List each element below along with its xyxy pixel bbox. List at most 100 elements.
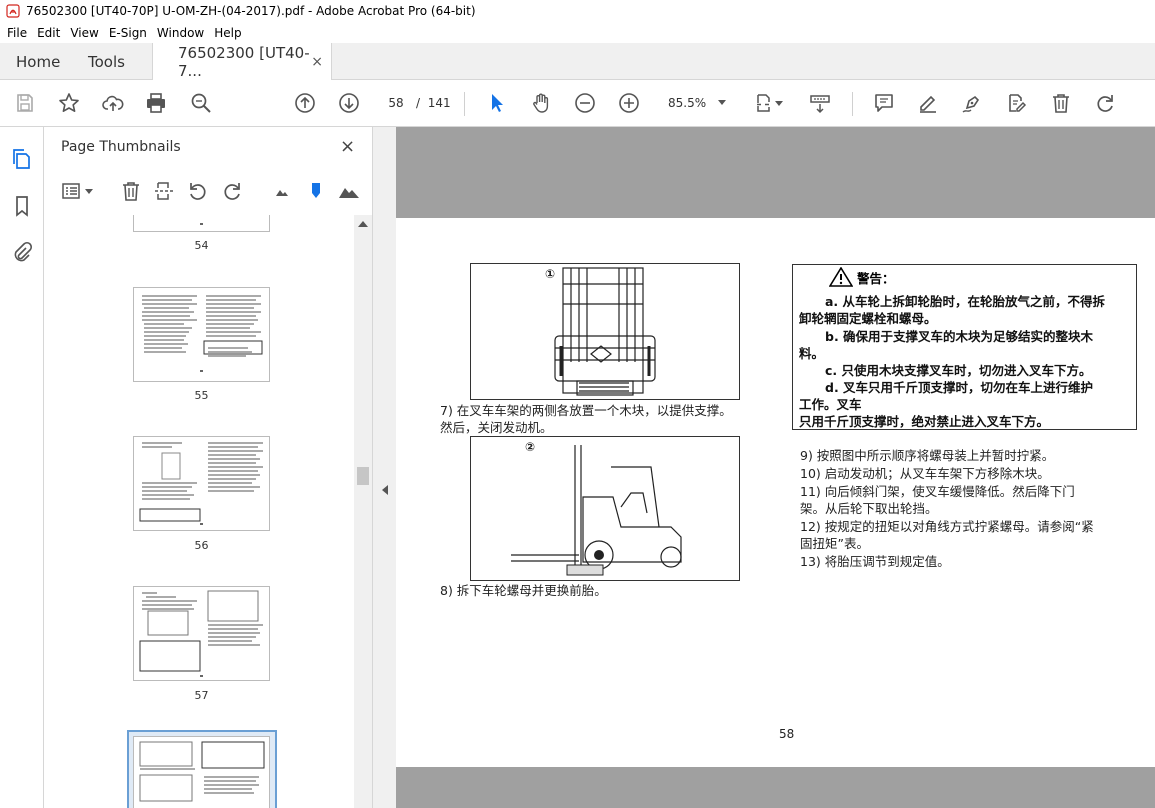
scrollbar-thumb[interactable]	[357, 467, 369, 485]
trash-icon	[123, 182, 139, 201]
thumbnail-label: 56	[194, 539, 209, 552]
thumbnail-preview	[142, 295, 263, 372]
search-button[interactable]	[188, 90, 214, 116]
thumbnail-smaller-button[interactable]	[270, 179, 294, 203]
figure-2-label: ②	[525, 440, 536, 454]
tab-home[interactable]: Home	[16, 43, 60, 80]
slider-handle-icon	[312, 183, 320, 198]
page-number-input[interactable]: 58	[382, 91, 410, 115]
thumbnail-list: 54 55 56 57	[44, 215, 354, 808]
warning-line: 工作。叉车	[799, 397, 862, 412]
step-10: 10) 启动发动机；从叉车车架下方移除木块。	[800, 466, 1050, 481]
thumbnail-page-58[interactable]	[133, 736, 270, 808]
warning-triangle-icon	[829, 267, 853, 287]
thumbnail-size-slider[interactable]	[304, 179, 328, 203]
menu-view[interactable]: View	[65, 26, 103, 40]
tab-document[interactable]: 76502300 [UT40-7... ×	[152, 43, 332, 81]
menu-file[interactable]: File	[2, 26, 32, 40]
thumbnail-options-button[interactable]	[59, 179, 95, 203]
rotate-clockwise-button[interactable]	[220, 179, 244, 203]
tab-bar: Home Tools 76502300 [UT40-7... ×	[0, 43, 1155, 81]
select-tool-button[interactable]	[484, 90, 510, 116]
chevron-down-icon	[775, 100, 783, 106]
page-separator: /	[416, 96, 421, 110]
thumbnail-preview	[139, 590, 263, 677]
printer-icon	[147, 93, 165, 113]
thumbnail-page-54[interactable]	[133, 215, 270, 232]
zoom-in-button[interactable]	[616, 90, 642, 116]
page-total: / 141	[416, 96, 451, 110]
bookmarks-rail-button[interactable]	[10, 194, 34, 218]
tab-close-icon[interactable]: ×	[311, 54, 323, 70]
scroll-mode-button[interactable]	[807, 90, 833, 116]
bookmark-star-button[interactable]	[56, 90, 82, 116]
warning-line: d. 叉车只用千斤顶支撑时，切勿在车上进行维护	[825, 380, 1094, 395]
thumbnail-page-56[interactable]	[133, 436, 270, 531]
zoom-out-button[interactable]	[572, 90, 598, 116]
fill-sign-button[interactable]	[1003, 90, 1029, 116]
menu-esign[interactable]: E-Sign	[104, 26, 152, 40]
rotate-counterclockwise-button[interactable]	[186, 179, 210, 203]
upload-button[interactable]	[100, 90, 126, 116]
thumbnail-preview	[139, 442, 263, 525]
chevron-down-icon	[85, 188, 93, 194]
thumbnail-label: 57	[194, 689, 209, 702]
sign-button[interactable]	[959, 90, 985, 116]
step-7-line-1: 7) 在叉车车架的两侧各放置一个木块，以提供支撑。	[440, 403, 732, 418]
thumbnail-page-55[interactable]	[133, 287, 270, 382]
collapse-arrow-icon[interactable]	[382, 485, 388, 495]
print-button[interactable]	[143, 90, 169, 116]
hand-tool-button[interactable]	[528, 90, 554, 116]
pointer-icon	[492, 94, 503, 112]
panel-collapse-bar[interactable]	[372, 127, 396, 808]
tab-tools[interactable]: Tools	[88, 43, 125, 80]
highlight-button[interactable]	[915, 90, 941, 116]
delete-pages-button[interactable]	[119, 179, 143, 203]
document-viewer[interactable]: ① 7) 在叉车车架的两侧各放置一个木块，以提供支撑。 然后，关闭发动机。 ②	[396, 127, 1155, 808]
mountain-small-icon	[276, 190, 288, 196]
save-button[interactable]	[12, 90, 38, 116]
plus-circle-icon	[619, 93, 639, 113]
attachments-rail-button[interactable]	[10, 240, 34, 264]
menu-edit[interactable]: Edit	[32, 26, 65, 40]
thumbnail-page-57[interactable]	[133, 586, 270, 681]
window-title: 76502300 [UT40-70P] U-OM-ZH-(04-2017).pd…	[26, 4, 476, 18]
thumbnail-scrollbar[interactable]	[354, 215, 372, 808]
zoom-level-select[interactable]: 85.5%	[662, 91, 732, 115]
figure-2-forklift-side: ②	[470, 436, 740, 581]
paperclip-icon	[14, 241, 33, 262]
forklift-front-illustration	[554, 267, 656, 396]
hand-icon	[533, 93, 549, 113]
split-page-icon	[155, 182, 173, 200]
magnifier-icon	[191, 93, 211, 113]
step-9: 9) 按照图中所示顺序将螺母装上并暂时拧紧。	[800, 448, 1055, 463]
scroll-up-arrow-icon[interactable]	[358, 221, 368, 227]
chevron-down-icon	[718, 100, 726, 105]
thumbnail-label: 54	[194, 239, 209, 252]
figure-1-forklift-front: ①	[470, 263, 740, 400]
comment-button[interactable]	[871, 90, 897, 116]
thumbnail-label: 55	[194, 389, 209, 402]
toolbar-divider	[852, 92, 853, 116]
star-icon	[59, 93, 79, 112]
step-7-line-2: 然后，关闭发动机。	[440, 420, 553, 435]
trash-icon	[1053, 94, 1069, 113]
delete-button[interactable]	[1048, 90, 1074, 116]
page-display-dropdown[interactable]	[773, 90, 785, 116]
panel-close-icon[interactable]: ×	[340, 136, 355, 157]
redo-button[interactable]	[1092, 90, 1118, 116]
page-thumbnails-rail-button[interactable]	[10, 147, 34, 171]
options-list-icon	[62, 183, 80, 199]
warning-line: 卸轮辋固定螺栓和螺母。	[799, 311, 937, 326]
comment-icon	[875, 94, 893, 112]
thumbnail-larger-button[interactable]	[337, 179, 361, 203]
menu-help[interactable]: Help	[209, 26, 246, 40]
previous-page-button[interactable]	[292, 90, 318, 116]
extract-pages-button[interactable]	[152, 179, 176, 203]
next-page-button[interactable]	[336, 90, 362, 116]
arrow-up-circle-icon	[295, 93, 315, 113]
warning-line: 只用千斤顶支撑时，绝对禁止进入叉车下方。	[799, 414, 1050, 429]
menu-window[interactable]: Window	[152, 26, 209, 40]
fountain-pen-icon	[962, 95, 980, 113]
page-thumbnails-panel: Page Thumbnails × 54 55 56 57	[44, 127, 372, 808]
